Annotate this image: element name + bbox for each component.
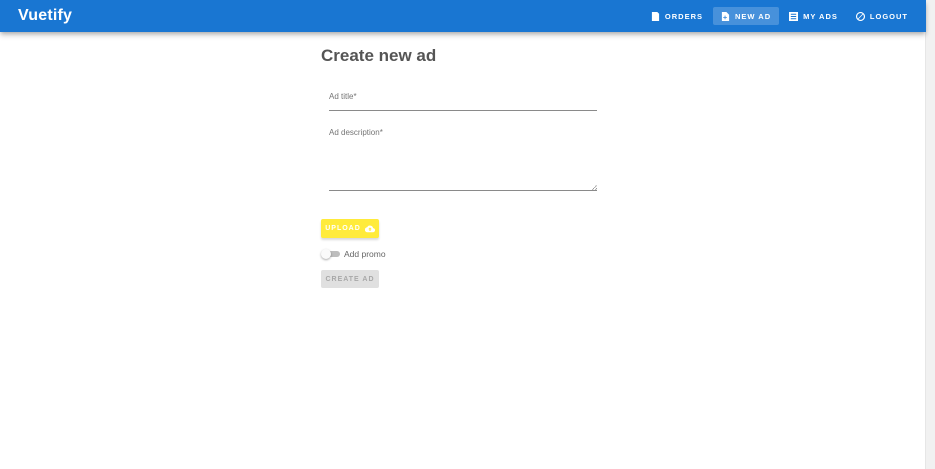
bookmark-icon: [651, 11, 660, 21]
nav-orders-label: ORDERS: [664, 11, 703, 21]
cloud-upload-icon: [364, 225, 375, 232]
note-add-icon: [721, 11, 730, 21]
upload-button-label: UPLOAD: [325, 225, 361, 232]
nav-new-ad-label: NEW AD: [735, 11, 772, 21]
ad-description-field: Ad description*: [329, 128, 597, 191]
app-toolbar: Vuetify ORDERS NEW AD MY ADS LOGOUT: [0, 0, 926, 32]
block-icon: [855, 11, 865, 21]
page: Vuetify ORDERS NEW AD MY ADS LOGOUT Crea…: [0, 0, 935, 469]
page-scrollbar[interactable]: [925, 0, 935, 469]
promo-switch[interactable]: [321, 247, 340, 261]
nav-logout-label: LOGOUT: [869, 11, 908, 21]
create-ad-form: Create new ad Ad title* Ad description* …: [321, 44, 611, 288]
list-icon: [789, 11, 799, 21]
brand-title[interactable]: Vuetify: [18, 6, 72, 26]
ad-description-label: Ad description*: [329, 128, 383, 137]
switch-thumb: [321, 249, 331, 259]
nav-my-ads-button[interactable]: MY ADS: [781, 7, 846, 25]
nav-new-ad-button[interactable]: NEW AD: [713, 7, 780, 25]
ad-title-label: Ad title*: [329, 92, 357, 101]
top-nav: ORDERS NEW AD MY ADS LOGOUT: [641, 7, 916, 25]
page-title: Create new ad: [321, 46, 437, 65]
promo-switch-row: Add promo: [321, 247, 386, 261]
create-ad-button[interactable]: CREATE AD: [321, 270, 379, 288]
ad-title-input[interactable]: [329, 102, 597, 111]
promo-switch-label[interactable]: Add promo: [344, 249, 386, 259]
ad-title-field: Ad title*: [329, 92, 597, 111]
nav-my-ads-label: MY ADS: [803, 11, 838, 21]
upload-button[interactable]: UPLOAD: [321, 219, 379, 238]
create-ad-button-label: CREATE AD: [325, 275, 375, 283]
ad-description-textarea[interactable]: [329, 138, 597, 191]
resize-handle-icon[interactable]: [592, 185, 597, 190]
nav-logout-button[interactable]: LOGOUT: [848, 7, 916, 25]
nav-orders-button[interactable]: ORDERS: [643, 7, 711, 25]
